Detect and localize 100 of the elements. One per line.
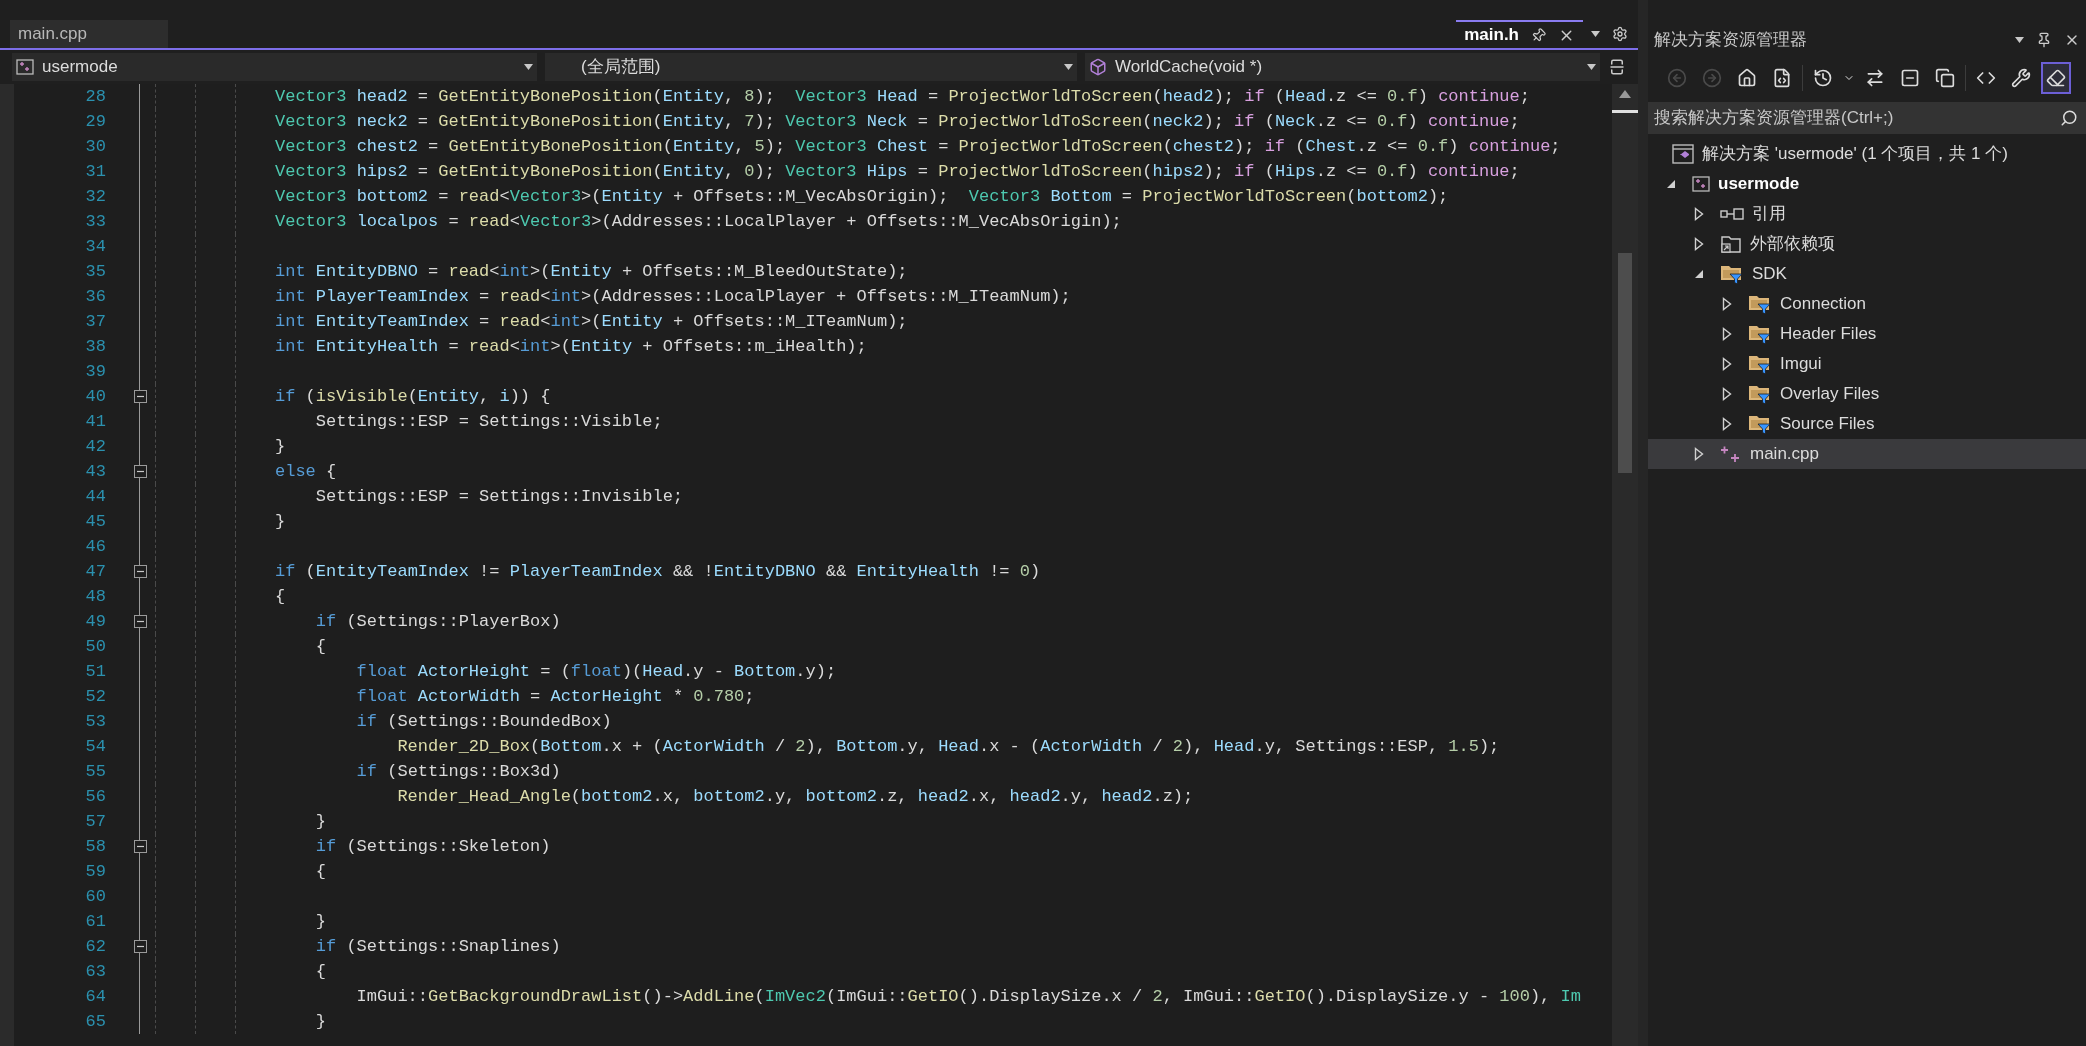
filter-folder-icon	[1748, 323, 1772, 345]
line-number: 33	[84, 210, 106, 233]
eraser-icon	[2046, 68, 2066, 88]
code-line: if (Settings::PlayerBox)	[314, 610, 561, 633]
search-field[interactable]: 搜索解决方案资源管理器(Ctrl+;)	[1648, 102, 2086, 134]
vertical-scrollbar[interactable]	[1612, 84, 1638, 1046]
eraser-button[interactable]	[2041, 62, 2071, 94]
tree-item[interactable]: Imgui	[1648, 349, 2086, 379]
tab-list-caret-icon	[1591, 31, 1600, 37]
line-number: 41	[84, 410, 106, 433]
solution-icon	[1672, 144, 1694, 164]
code-line: }	[275, 435, 286, 458]
line-number: 42	[84, 435, 106, 458]
back-icon	[1667, 68, 1687, 88]
triangle-right-icon[interactable]	[1722, 417, 1732, 431]
code-line: }	[314, 1010, 326, 1033]
tree-item[interactable]: usermode	[1648, 169, 2086, 199]
tree-item[interactable]: main.cpp	[1648, 439, 2086, 469]
code-line: if (Settings::Skeleton)	[314, 835, 551, 858]
code-line: Settings::ESP = Settings::Visible;	[314, 410, 663, 433]
caret-icon	[1064, 64, 1073, 70]
line-number: 49	[84, 610, 106, 633]
filter-folder-icon	[1720, 263, 1744, 285]
tree-item[interactable]: Overlay Files	[1648, 379, 2086, 409]
collapse-icon[interactable]	[133, 465, 147, 478]
line-number: 63	[84, 960, 106, 983]
code-line: int PlayerTeamIndex = read<int>(Addresses::LocalPlayer + Offsets::M_ITeamNum);	[275, 285, 1071, 308]
triangle-down-icon[interactable]	[1694, 269, 1704, 279]
editor-tab[interactable]: main.cpp	[10, 20, 168, 48]
line-number: 64	[84, 985, 106, 1008]
filter-folder-icon	[1748, 413, 1772, 435]
project-dropdown[interactable]: usermode	[12, 53, 537, 81]
code-line: Vector3 neck2 = GetEntityBonePosition(Entity, 7); Vector3 Neck = ProjectWorldToScreen(neck2); if (Neck.z <= 0.f) continue;	[275, 110, 1520, 133]
filter-folder-icon	[1748, 293, 1772, 315]
line-number: 47	[84, 560, 106, 583]
line-number: 59	[84, 860, 106, 883]
split-icon[interactable]	[1608, 58, 1626, 76]
line-number: 39	[84, 360, 106, 383]
line-number: 56	[84, 785, 106, 808]
cube-icon	[1089, 58, 1107, 76]
triangle-right-icon[interactable]	[1694, 447, 1704, 461]
tree-item[interactable]: 引用	[1648, 199, 2086, 229]
tree-item[interactable]: Source Files	[1648, 409, 2086, 439]
file-code-icon	[1772, 68, 1792, 88]
scrollbar-thumb[interactable]	[1618, 253, 1632, 473]
code-line: Vector3 head2 = GetEntityBonePosition(Entity, 8); Vector3 Head = ProjectWorldToScreen(head2); if (Head.z <= 0.f) continue;	[275, 85, 1530, 108]
line-number: 65	[84, 1010, 106, 1033]
member-dropdown[interactable]: WorldCache(void *)	[1085, 53, 1600, 81]
triangle-right-icon[interactable]	[1722, 357, 1732, 371]
settings-icon[interactable]	[1612, 26, 1628, 42]
pages-icon	[1935, 68, 1955, 88]
tree-item[interactable]: 外部依赖项	[1648, 229, 2086, 259]
tree-item[interactable]: Connection	[1648, 289, 2086, 319]
search-icon	[2060, 109, 2078, 127]
code-line: Render_Head_Angle(bottom2.x, bottom2.y, bottom2.z, head2.x, head2.y, head2.z);	[396, 785, 1194, 808]
tree-item[interactable]: SDK	[1648, 259, 2086, 289]
sync-icon	[1865, 68, 1885, 88]
folder-link-icon	[1720, 234, 1742, 254]
collapse-icon[interactable]	[133, 565, 147, 578]
collapse-icon[interactable]	[133, 840, 147, 853]
code-line: int EntityTeamIndex = read<int>(Entity + Offsets::M_ITeamNum);	[275, 310, 908, 333]
line-number: 32	[84, 185, 106, 208]
tree-item[interactable]: Header Files	[1648, 319, 2086, 349]
triangle-right-icon[interactable]	[1722, 387, 1732, 401]
line-number: 28	[84, 85, 106, 108]
code-line: if (Settings::Snaplines)	[314, 935, 561, 958]
triangle-right-icon[interactable]	[1722, 327, 1732, 341]
home-icon	[1737, 68, 1757, 88]
line-number: 43	[84, 460, 106, 483]
line-number: 45	[84, 510, 106, 533]
code-line: {	[314, 860, 326, 883]
code-line: Vector3 hips2 = GetEntityBonePosition(Entity, 0); Vector3 Hips = ProjectWorldToScreen(hips2); if (Hips.z <= 0.f) continue;	[275, 160, 1520, 183]
cpp-file-icon	[1720, 445, 1742, 463]
triangle-right-icon[interactable]	[1722, 297, 1732, 311]
tree-item[interactable]: 解决方案 'usermode' (1 个项目，共 1 个)	[1648, 139, 2086, 169]
triangle-down-icon[interactable]	[1666, 179, 1676, 189]
line-number: 46	[84, 535, 106, 558]
collapse-icon[interactable]	[133, 390, 147, 403]
code-line: }	[314, 910, 326, 933]
code-line: Vector3 chest2 = GetEntityBonePosition(Entity, 5); Vector3 Chest = ProjectWorldToScreen(chest2); if (Chest.z <= 0.f) continue;	[275, 135, 1561, 158]
code-line: else {	[275, 460, 337, 483]
code-line: {	[314, 635, 326, 658]
line-number: 54	[84, 735, 106, 758]
collapse-icon[interactable]	[133, 615, 147, 628]
triangle-right-icon[interactable]	[1694, 207, 1704, 221]
line-number: 38	[84, 335, 106, 358]
pin-icon[interactable]	[2036, 32, 2052, 48]
scroll-up-icon[interactable]	[1619, 90, 1631, 98]
collapse-icon[interactable]	[133, 940, 147, 953]
collapse-all-icon	[1900, 68, 1920, 88]
triangle-right-icon[interactable]	[1694, 237, 1704, 251]
line-number: 50	[84, 635, 106, 658]
code-line: {	[275, 585, 286, 608]
code-line: Vector3 localpos = read<Vector3>(Addresses::LocalPlayer + Offsets::M_VecAbsOrigin);	[275, 210, 1122, 233]
code-line: if (Settings::BoundedBox)	[355, 710, 612, 733]
scope-dropdown[interactable]: (全局范围)	[545, 53, 1077, 81]
code-line: if (EntityTeamIndex != PlayerTeamIndex && !EntityDBNO && EntityHealth != 0)	[275, 560, 1041, 583]
code-line: ImGui::GetBackgroundDrawList()->AddLine(ImVec2(ImGui::GetIO().DisplaySize.x / 2, ImGui::GetIO().DisplaySize.y - 100), Im	[355, 985, 1581, 1008]
line-number: 57	[84, 810, 106, 833]
panel-title: 解决方案资源管理器	[1654, 29, 1808, 52]
